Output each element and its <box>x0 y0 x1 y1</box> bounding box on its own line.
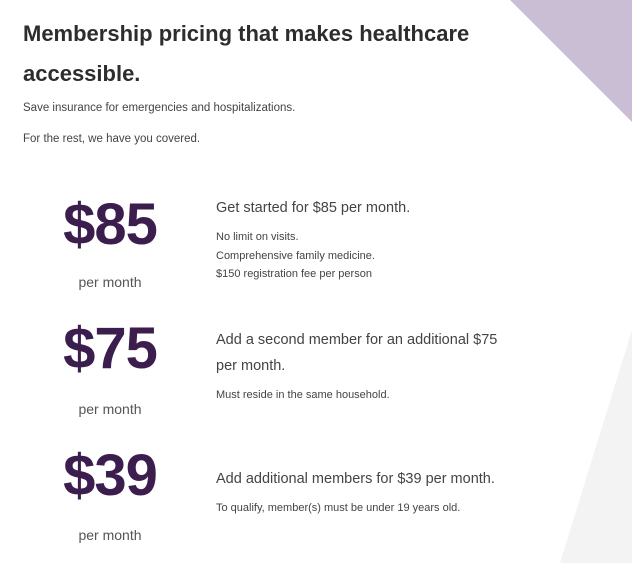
side-slant-shape <box>560 330 632 563</box>
intro-text-1: Save insurance for emergencies and hospi… <box>23 102 296 114</box>
tier-heading: Add a second member for an additional $7… <box>216 332 498 374</box>
tier-detail-item: No limit on visits. <box>216 231 299 243</box>
tier-details: To qualify, member(s) must be under 19 y… <box>216 499 460 518</box>
price-amount: $39 <box>63 443 158 508</box>
tier-details: No limit on visits. Comprehensive family… <box>216 228 375 284</box>
price-period: per month <box>78 274 142 290</box>
tier-detail-item: To qualify, member(s) must be under 19 y… <box>216 502 461 514</box>
corner-triangle-shape <box>510 0 632 122</box>
price-amount: $85 <box>63 192 158 257</box>
page-title: Membership pricing that makes healthcare… <box>23 21 470 86</box>
price-period: per month <box>78 401 142 417</box>
tier-heading: Get started for $85 per month. <box>216 200 411 216</box>
tier-details: Must reside in the same household. <box>216 386 390 405</box>
tier-detail-item: Comprehensive family medicine. <box>216 249 375 262</box>
price-period: per month <box>78 527 142 543</box>
tier-detail-item: $150 registration fee per person <box>216 268 372 280</box>
price-amount: $75 <box>63 316 158 381</box>
tier-detail-item: Must reside in the same household. <box>216 389 390 401</box>
intro-text-2: For the rest, we have you covered. <box>23 133 201 145</box>
tier-heading: Add additional members for $39 per month… <box>216 471 495 487</box>
